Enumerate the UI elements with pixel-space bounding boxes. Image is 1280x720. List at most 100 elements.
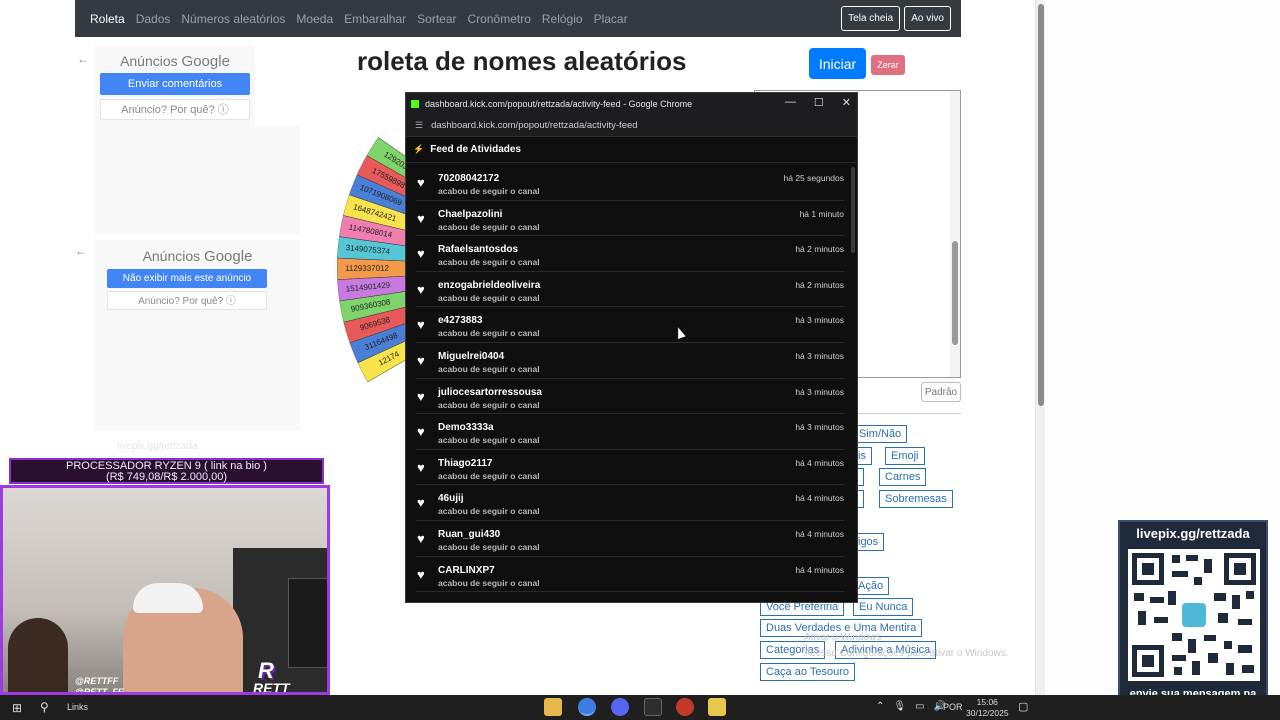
- taskbar-links[interactable]: Links: [67, 702, 88, 712]
- popup-url[interactable]: dashboard.kick.com/popout/rettzada/activ…: [431, 120, 637, 131]
- webcam-feed: @RETTFF @RETT_FE R RETT: [0, 485, 330, 695]
- minimize-icon[interactable]: —: [785, 96, 796, 109]
- windows-activation-title: Ativar o Windows: [804, 632, 882, 643]
- reset-button[interactable]: Zerar: [871, 55, 905, 75]
- feed-item[interactable]: ♥ juliocesartorressousa acabou de seguir o…: [416, 379, 844, 415]
- close-icon[interactable]: ✕: [842, 96, 851, 109]
- heart-icon: ♥: [417, 424, 425, 440]
- follower-username[interactable]: Chaelpazolini: [438, 209, 502, 220]
- start-menu-icon[interactable]: ⊞: [12, 701, 22, 715]
- follower-username[interactable]: enzogabrieldeoliveira: [438, 280, 540, 291]
- follow-time: há 1 minuto: [799, 208, 844, 219]
- nav-numeros[interactable]: Números aleatórios: [181, 12, 285, 26]
- qr-code-icon: [1128, 549, 1260, 681]
- feed-item[interactable]: ♥ e4273883 acabou de seguir o canal há 3 mi…: [416, 307, 844, 343]
- taskbar-clock[interactable]: 15:06 30/12/2025: [966, 697, 1009, 719]
- nav-embaralhar[interactable]: Embaralhar: [344, 12, 406, 26]
- network-icon[interactable]: ▭: [915, 701, 924, 712]
- popup-urlbar[interactable]: ☰ dashboard.kick.com/popout/rettzada/act…: [406, 115, 857, 137]
- ad-hide-button[interactable]: Não exibir mais este anúncio: [107, 269, 267, 288]
- follower-username[interactable]: e4273883: [438, 315, 483, 326]
- preset-acao[interactable]: Ação: [853, 577, 890, 595]
- chrome-icon[interactable]: [578, 698, 596, 716]
- page-title: roleta de nomes aleatórios: [357, 46, 687, 76]
- site-info-icon[interactable]: ☰: [415, 120, 423, 131]
- heart-icon: ♥: [417, 210, 425, 226]
- follower-username[interactable]: Miguelrei0404: [438, 351, 504, 362]
- nav-moeda[interactable]: Moeda: [296, 12, 333, 26]
- preset-emoji[interactable]: Emoji: [885, 447, 925, 465]
- notification-icon[interactable]: ▢: [1018, 700, 1028, 713]
- windows-activation-sub: Acesse Configurações para ativar o Windo…: [804, 648, 1009, 659]
- language-indicator[interactable]: POR: [943, 702, 963, 712]
- follow-action-text: acabou de seguir o canal: [438, 257, 540, 268]
- discord-icon[interactable]: [611, 698, 629, 716]
- preset-eu-nunca[interactable]: Eu Nunca: [853, 598, 914, 616]
- follower-username[interactable]: 46ujij: [438, 493, 464, 504]
- terminal-icon[interactable]: [644, 698, 662, 716]
- follower-username[interactable]: Thiago2117: [438, 458, 492, 469]
- scrollbar-thumb[interactable]: [1038, 4, 1044, 406]
- follow-action-text: acabou de seguir o canal: [438, 577, 540, 588]
- feed-item[interactable]: ♥ Demo3333a acabou de seguir o canal há 3 m…: [416, 414, 844, 450]
- follower-username[interactable]: juliocesartorressousa: [438, 387, 542, 398]
- ad-back-arrow-icon[interactable]: ←: [75, 244, 87, 258]
- ad-why-button[interactable]: Anúncio? Por quê? ⓘ: [107, 291, 267, 310]
- preset-carnes[interactable]: Carnes: [879, 468, 927, 486]
- preset-sobremesas[interactable]: Sobremesas: [879, 490, 953, 508]
- preset-caca-tesouro[interactable]: Caça ao Tesouro: [760, 663, 855, 681]
- feed-item[interactable]: ♥ Thiago2117 acabou de seguir o canal há 4 …: [416, 450, 844, 486]
- start-button[interactable]: Iniciar: [809, 48, 866, 79]
- follow-action-text: acabou de seguir o canal: [438, 292, 540, 303]
- site-navbar: Roleta Dados Números aleatórios Moeda Em…: [75, 0, 961, 37]
- heart-icon: ♥: [417, 246, 425, 262]
- textarea-scrollbar[interactable]: [950, 91, 960, 377]
- popup-titlebar[interactable]: dashboard.kick.com/popout/rettzada/activ…: [406, 93, 857, 115]
- feed-item[interactable]: ♥ CARLINXP7 acabou de seguir o canal há 4 m…: [416, 557, 844, 593]
- default-button[interactable]: Padrão: [921, 382, 961, 402]
- ad-box-1: Anúncios Google Enviar comentários Anúnc…: [95, 45, 255, 125]
- feed-scrollbar[interactable]: [851, 167, 855, 253]
- nav-roleta[interactable]: Roleta: [90, 12, 125, 26]
- follower-username[interactable]: CARLINXP7: [438, 565, 495, 576]
- ad-feedback-button[interactable]: Enviar comentários: [100, 73, 250, 95]
- feed-item[interactable]: ♥ Rafaelsantosdos acabou de seguir o canal…: [416, 236, 844, 272]
- feed-list[interactable]: ♥ 70208042172 acabou de seguir o canal há 2…: [406, 165, 852, 603]
- obs-icon[interactable]: [676, 698, 694, 716]
- nav-cronometro[interactable]: Cronômetro: [468, 12, 531, 26]
- nav-relogio[interactable]: Relógio: [542, 12, 583, 26]
- feed-item[interactable]: ♥ 70208042172 acabou de seguir o canal há 2…: [416, 165, 844, 201]
- ad-back-arrow-icon[interactable]: ←: [77, 52, 89, 66]
- file-explorer-icon[interactable]: [544, 698, 562, 716]
- promo-line-2: (R$ 749,08/R$ 2.000,00): [105, 471, 228, 483]
- ad-space-1: [95, 125, 300, 235]
- follow-time: há 3 minutos: [795, 422, 844, 433]
- follower-username[interactable]: Rafaelsantosdos: [438, 244, 518, 255]
- fullscreen-button[interactable]: Tela cheia: [841, 6, 901, 31]
- microphone-icon[interactable]: 🎙: [893, 701, 906, 712]
- textarea-scroll-thumb[interactable]: [952, 241, 958, 345]
- nav-dados[interactable]: Dados: [136, 12, 171, 26]
- nav-placar[interactable]: Placar: [594, 12, 628, 26]
- feed-item[interactable]: ♥ 46ujij acabou de seguir o canal há 4 minu…: [416, 485, 844, 521]
- feed-item[interactable]: ♥ enzogabrieldeoliveira acabou de seguir o…: [416, 272, 844, 308]
- follow-action-text: acabou de seguir o canal: [438, 541, 540, 552]
- ad-why-button[interactable]: Anúncio? Por quê? ⓘ: [100, 99, 250, 120]
- maximize-icon[interactable]: ☐: [814, 96, 824, 109]
- feed-item[interactable]: ♥ Chaelpazolini acabou de seguir o canal há…: [416, 201, 844, 237]
- clock-time: 15:06: [976, 697, 998, 707]
- feed-item[interactable]: ♥ Ruan_gui430 acabou de seguir o canal há 4…: [416, 521, 844, 557]
- follower-username[interactable]: Demo3333a: [438, 422, 494, 433]
- browser-scrollbar[interactable]: [1035, 0, 1045, 695]
- feed-item[interactable]: ♥ Miguelrei0404 acabou de seguir o canal há…: [416, 343, 844, 379]
- search-icon[interactable]: ⚲: [40, 700, 49, 714]
- live-button[interactable]: Ao vivo: [904, 6, 951, 31]
- follower-username[interactable]: 70208042172: [438, 173, 499, 184]
- chevron-up-icon[interactable]: ⌃: [876, 701, 884, 712]
- nav-sortear[interactable]: Sortear: [417, 12, 456, 26]
- name-wheel[interactable]: 12174 31164498 9069538 909360308 1514901429 1…: [335, 88, 415, 418]
- preset-sim-nao[interactable]: Sim/Não: [853, 425, 908, 443]
- rett-logo-text: RETT: [253, 680, 290, 695]
- media-player-icon[interactable]: [708, 698, 726, 716]
- follower-username[interactable]: Ruan_gui430: [438, 529, 500, 540]
